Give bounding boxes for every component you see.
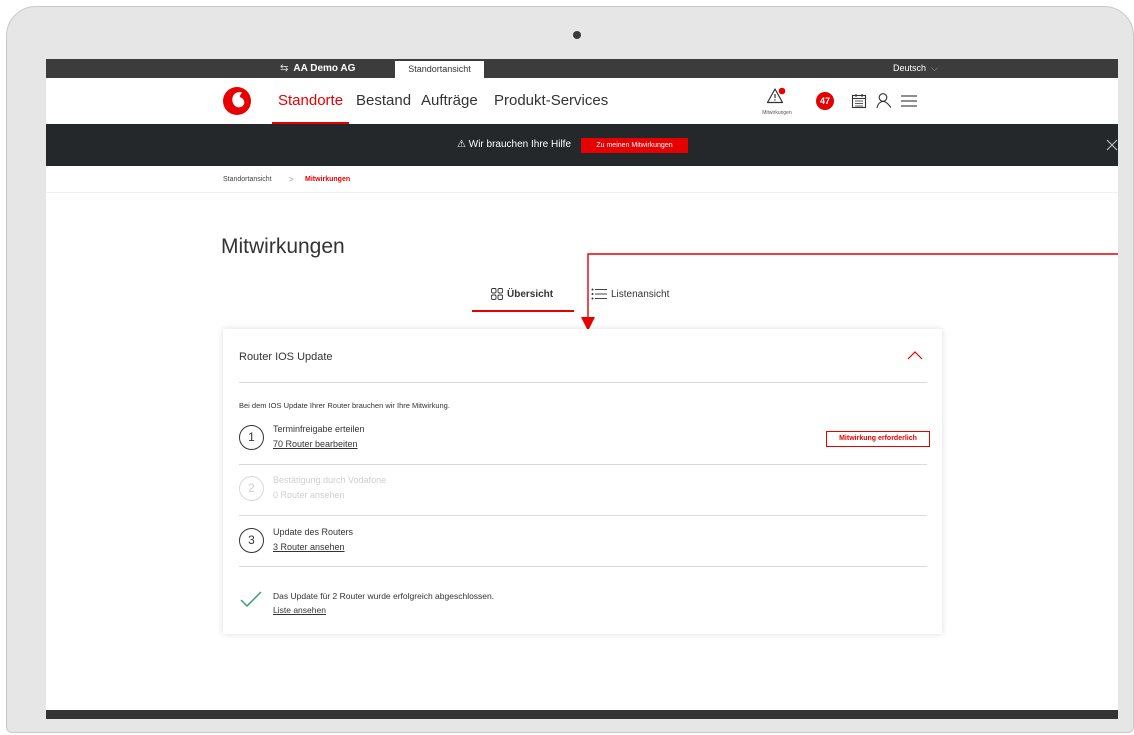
switch-icon: ⇆ [280, 63, 289, 74]
chevron-right-icon: > [289, 175, 294, 184]
breadcrumb: Standortansicht > Mitwirkungen [46, 166, 1118, 193]
nav-item-bestand[interactable]: Bestand [356, 78, 411, 124]
tab-list-view-label: Listenansicht [611, 289, 670, 300]
grid-icon [491, 288, 503, 301]
page-title: Mitwirkungen [221, 235, 345, 258]
step-title: Terminfreigabe erteilen [273, 424, 365, 434]
card-title: Router IOS Update [239, 351, 333, 363]
nav-item-standorte[interactable]: Standorte [271, 78, 350, 124]
router-update-card: Router IOS Update Bei dem IOS Update Ihr… [223, 329, 942, 634]
tab-overview-label: Übersicht [507, 289, 554, 300]
divider [239, 464, 927, 465]
step-1: 1 Terminfreigabe erteilen 70 Router bear… [239, 418, 930, 468]
step-title: Bestätigung durch Vodafone [273, 475, 387, 485]
footer-bar [46, 710, 1118, 719]
chevron-up-icon[interactable] [907, 349, 923, 361]
menu-icon[interactable] [899, 91, 919, 111]
view-routers-link: 0 Router ansehen [273, 490, 345, 500]
warning-icon [766, 87, 786, 104]
completion-message: Das Update für 2 Router wurde erfolgreic… [273, 591, 495, 601]
browser-screen: ⇆ AA Demo AG Standortansicht Deutsch ⌵ Sta… [46, 59, 1118, 719]
camera-dot [573, 31, 581, 39]
help-banner: ⚠ Wir brauchen Ihre Hilfe Zu meinen Mitw… [46, 124, 1118, 166]
main-navigation: Standorte Bestand Aufträge Produkt-Servi… [46, 78, 1118, 124]
user-icon[interactable] [874, 91, 894, 111]
banner-message: ⚠ Wir brauchen Ihre Hilfe [457, 124, 571, 166]
list-icon [591, 288, 607, 300]
vodafone-logo-icon[interactable] [222, 86, 252, 116]
notification-count-badge[interactable]: 47 [816, 92, 834, 110]
nav-item-produkt-services[interactable]: Produkt-Services [494, 78, 608, 124]
view-list-link[interactable]: Liste ansehen [273, 605, 326, 615]
alerts-button[interactable]: Mitwirkungen [757, 87, 797, 121]
tab-overview[interactable]: Übersicht [491, 285, 553, 305]
divider [239, 382, 927, 383]
view-routers-link[interactable]: 3 Router ansehen [273, 542, 345, 552]
nav-item-auftraege[interactable]: Aufträge [421, 78, 478, 124]
language-selector[interactable]: Deutsch ⌵ [893, 59, 938, 78]
breadcrumb-item-mitwirkungen: Mitwirkungen [305, 176, 351, 183]
status-badge: Mitwirkung erforderlich [826, 431, 930, 447]
location-view-tab[interactable]: Standortansicht [395, 61, 484, 78]
divider [239, 515, 927, 516]
edit-routers-link[interactable]: 70 Router bearbeiten [273, 439, 358, 449]
top-bar: ⇆ AA Demo AG Standortansicht Deutsch ⌵ [46, 59, 1118, 78]
step-title: Update des Routers [273, 527, 354, 537]
divider [239, 566, 927, 567]
close-icon[interactable] [1104, 137, 1118, 153]
alerts-caption: Mitwirkungen [762, 110, 792, 116]
step-number: 2 [239, 476, 264, 501]
tab-list-view[interactable]: Listenansicht [591, 285, 669, 305]
calendar-icon[interactable] [849, 91, 869, 111]
step-number: 3 [239, 528, 264, 553]
update-complete-row: Das Update für 2 Router wurde erfolgreic… [239, 581, 927, 621]
laptop-frame: ⇆ AA Demo AG Standortansicht Deutsch ⌵ Sta… [6, 6, 1134, 733]
step-2: 2 Bestätigung durch Vodafone 0 Router an… [239, 469, 927, 519]
company-switcher[interactable]: ⇆ AA Demo AG [280, 59, 355, 78]
card-intro: Bei dem IOS Update Ihrer Router brauchen… [239, 401, 450, 410]
checkmark-icon [240, 591, 262, 607]
step-number: 1 [239, 425, 264, 450]
language-label: Deutsch [893, 63, 927, 73]
warning-icon: ⚠ [457, 139, 466, 150]
company-name: AA Demo AG [293, 63, 356, 74]
active-tab-indicator [472, 310, 574, 312]
breadcrumb-item-standortansicht[interactable]: Standortansicht [223, 166, 272, 193]
banner-text: Wir brauchen Ihre Hilfe [468, 139, 572, 150]
my-contributions-button[interactable]: Zu meinen Mitwirkungen [581, 138, 688, 153]
step-3: 3 Update des Routers 3 Router ansehen [239, 521, 927, 571]
chevron-down-icon: ⌵ [931, 63, 938, 73]
